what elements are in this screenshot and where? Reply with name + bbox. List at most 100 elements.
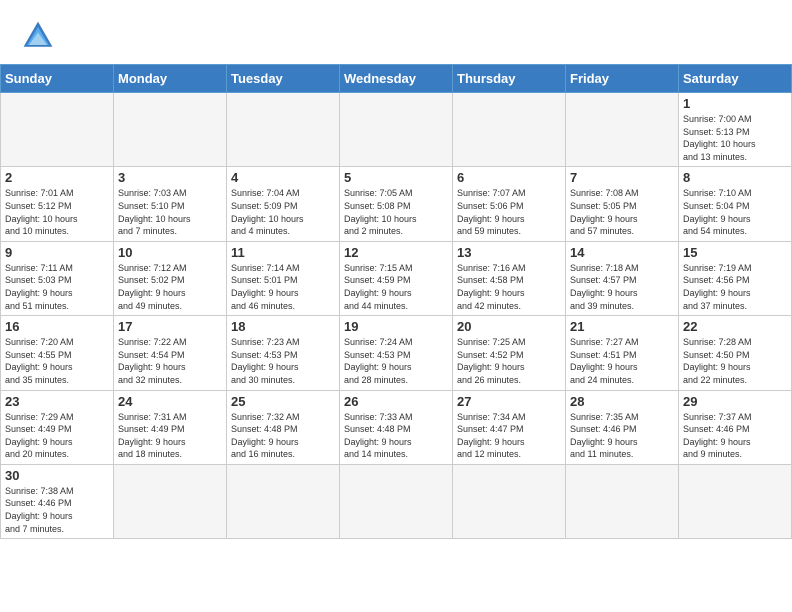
calendar-cell-w3-d6: 22 Sunrise: 7:28 AM Sunset: 4:50 PM Dayli…: [679, 316, 792, 390]
day-info: Sunrise: 7:04 AM Sunset: 5:09 PM Dayligh…: [231, 187, 335, 237]
day-number: 24: [118, 394, 222, 409]
day-info: Sunrise: 7:37 AM Sunset: 4:46 PM Dayligh…: [683, 411, 787, 461]
day-info: Sunrise: 7:03 AM Sunset: 5:10 PM Dayligh…: [118, 187, 222, 237]
day-info: Sunrise: 7:25 AM Sunset: 4:52 PM Dayligh…: [457, 336, 561, 386]
calendar-cell-w4-d6: 29 Sunrise: 7:37 AM Sunset: 4:46 PM Dayli…: [679, 390, 792, 464]
day-info: Sunrise: 7:12 AM Sunset: 5:02 PM Dayligh…: [118, 262, 222, 312]
day-info: Sunrise: 7:34 AM Sunset: 4:47 PM Dayligh…: [457, 411, 561, 461]
calendar-cell-w5-d5: [566, 464, 679, 538]
day-number: 2: [5, 170, 109, 185]
day-info: Sunrise: 7:20 AM Sunset: 4:55 PM Dayligh…: [5, 336, 109, 386]
day-header-monday: Monday: [114, 65, 227, 93]
calendar-cell-w4-d4: 27 Sunrise: 7:34 AM Sunset: 4:47 PM Dayli…: [453, 390, 566, 464]
calendar-cell-w2-d1: 10 Sunrise: 7:12 AM Sunset: 5:02 PM Dayli…: [114, 241, 227, 315]
calendar-cell-w4-d1: 24 Sunrise: 7:31 AM Sunset: 4:49 PM Dayli…: [114, 390, 227, 464]
day-number: 16: [5, 319, 109, 334]
day-header-tuesday: Tuesday: [227, 65, 340, 93]
calendar-cell-w1-d3: 5 Sunrise: 7:05 AM Sunset: 5:08 PM Daylig…: [340, 167, 453, 241]
day-info: Sunrise: 7:28 AM Sunset: 4:50 PM Dayligh…: [683, 336, 787, 386]
calendar-cell-w2-d6: 15 Sunrise: 7:19 AM Sunset: 4:56 PM Dayli…: [679, 241, 792, 315]
calendar-cell-w2-d0: 9 Sunrise: 7:11 AM Sunset: 5:03 PM Daylig…: [1, 241, 114, 315]
calendar-cell-w4-d5: 28Sunrise: 7:35 AM Sunset: 4:46 PM Dayli…: [566, 390, 679, 464]
day-header-friday: Friday: [566, 65, 679, 93]
day-number: 25: [231, 394, 335, 409]
day-number: 18: [231, 319, 335, 334]
calendar-cell-w4-d3: 26 Sunrise: 7:33 AM Sunset: 4:48 PM Dayli…: [340, 390, 453, 464]
calendar-cell-w0-d1: [114, 93, 227, 167]
day-number: 17: [118, 319, 222, 334]
calendar-cell-w4-d0: 23 Sunrise: 7:29 AM Sunset: 4:49 PM Dayli…: [1, 390, 114, 464]
day-info: Sunrise: 7:29 AM Sunset: 4:49 PM Dayligh…: [5, 411, 109, 461]
calendar-cell-w0-d5: [566, 93, 679, 167]
day-number: 20: [457, 319, 561, 334]
day-info: Sunrise: 7:01 AM Sunset: 5:12 PM Dayligh…: [5, 187, 109, 237]
day-number: 15: [683, 245, 787, 260]
day-info: Sunrise: 7:14 AM Sunset: 5:01 PM Dayligh…: [231, 262, 335, 312]
day-info: Sunrise: 7:00 AM Sunset: 5:13 PM Dayligh…: [683, 113, 787, 163]
day-number: 6: [457, 170, 561, 185]
logo-icon: [20, 18, 56, 54]
day-info: Sunrise: 7:16 AM Sunset: 4:58 PM Dayligh…: [457, 262, 561, 312]
day-number: 9: [5, 245, 109, 260]
day-number: 29: [683, 394, 787, 409]
day-number: 1: [683, 96, 787, 111]
calendar-cell-w5-d2: [227, 464, 340, 538]
day-info: Sunrise: 7:05 AM Sunset: 5:08 PM Dayligh…: [344, 187, 448, 237]
calendar-cell-w0-d6: 1 Sunrise: 7:00 AM Sunset: 5:13 PM Daylig…: [679, 93, 792, 167]
day-number: 14: [570, 245, 674, 260]
calendar-cell-w1-d6: 8 Sunrise: 7:10 AM Sunset: 5:04 PM Daylig…: [679, 167, 792, 241]
calendar-cell-w5-d6: [679, 464, 792, 538]
day-number: 7: [570, 170, 674, 185]
day-number: 22: [683, 319, 787, 334]
day-info: Sunrise: 7:23 AM Sunset: 4:53 PM Dayligh…: [231, 336, 335, 386]
day-info: Sunrise: 7:07 AM Sunset: 5:06 PM Dayligh…: [457, 187, 561, 237]
day-header-saturday: Saturday: [679, 65, 792, 93]
calendar-cell-w0-d4: [453, 93, 566, 167]
day-header-sunday: Sunday: [1, 65, 114, 93]
day-number: 28: [570, 394, 674, 409]
day-info: Sunrise: 7:27 AM Sunset: 4:51 PM Dayligh…: [570, 336, 674, 386]
day-info: Sunrise: 7:38 AM Sunset: 4:46 PM Dayligh…: [5, 485, 109, 535]
calendar-cell-w3-d1: 17Sunrise: 7:22 AM Sunset: 4:54 PM Dayli…: [114, 316, 227, 390]
day-info: Sunrise: 7:10 AM Sunset: 5:04 PM Dayligh…: [683, 187, 787, 237]
day-info: Sunrise: 7:24 AM Sunset: 4:53 PM Dayligh…: [344, 336, 448, 386]
day-info: Sunrise: 7:11 AM Sunset: 5:03 PM Dayligh…: [5, 262, 109, 312]
calendar-cell-w2-d4: 13Sunrise: 7:16 AM Sunset: 4:58 PM Dayli…: [453, 241, 566, 315]
calendar-cell-w3-d2: 18 Sunrise: 7:23 AM Sunset: 4:53 PM Dayli…: [227, 316, 340, 390]
day-number: 4: [231, 170, 335, 185]
calendar-cell-w5-d1: [114, 464, 227, 538]
day-number: 27: [457, 394, 561, 409]
day-number: 26: [344, 394, 448, 409]
day-info: Sunrise: 7:32 AM Sunset: 4:48 PM Dayligh…: [231, 411, 335, 461]
day-info: Sunrise: 7:33 AM Sunset: 4:48 PM Dayligh…: [344, 411, 448, 461]
day-number: 8: [683, 170, 787, 185]
calendar-cell-w4-d2: 25 Sunrise: 7:32 AM Sunset: 4:48 PM Dayli…: [227, 390, 340, 464]
week-row-0: 1 Sunrise: 7:00 AM Sunset: 5:13 PM Daylig…: [1, 93, 792, 167]
calendar-header-row: SundayMondayTuesdayWednesdayThursdayFrid…: [1, 65, 792, 93]
calendar-cell-w3-d0: 16 Sunrise: 7:20 AM Sunset: 4:55 PM Dayli…: [1, 316, 114, 390]
day-number: 21: [570, 319, 674, 334]
week-row-5: 30 Sunrise: 7:38 AM Sunset: 4:46 PM Dayli…: [1, 464, 792, 538]
calendar-cell-w1-d1: 3 Sunrise: 7:03 AM Sunset: 5:10 PM Daylig…: [114, 167, 227, 241]
calendar-cell-w1-d2: 4 Sunrise: 7:04 AM Sunset: 5:09 PM Daylig…: [227, 167, 340, 241]
day-number: 11: [231, 245, 335, 260]
day-number: 5: [344, 170, 448, 185]
day-number: 23: [5, 394, 109, 409]
day-info: Sunrise: 7:18 AM Sunset: 4:57 PM Dayligh…: [570, 262, 674, 312]
calendar-cell-w0-d3: [340, 93, 453, 167]
day-info: Sunrise: 7:31 AM Sunset: 4:49 PM Dayligh…: [118, 411, 222, 461]
calendar-cell-w2-d3: 12Sunrise: 7:15 AM Sunset: 4:59 PM Dayli…: [340, 241, 453, 315]
calendar-cell-w5-d4: [453, 464, 566, 538]
day-header-wednesday: Wednesday: [340, 65, 453, 93]
day-info: Sunrise: 7:19 AM Sunset: 4:56 PM Dayligh…: [683, 262, 787, 312]
day-header-thursday: Thursday: [453, 65, 566, 93]
calendar-cell-w1-d4: 6 Sunrise: 7:07 AM Sunset: 5:06 PM Daylig…: [453, 167, 566, 241]
day-number: 30: [5, 468, 109, 483]
day-number: 3: [118, 170, 222, 185]
day-number: 12: [344, 245, 448, 260]
week-row-4: 23 Sunrise: 7:29 AM Sunset: 4:49 PM Dayli…: [1, 390, 792, 464]
day-number: 10: [118, 245, 222, 260]
week-row-2: 9 Sunrise: 7:11 AM Sunset: 5:03 PM Daylig…: [1, 241, 792, 315]
calendar-cell-w3-d3: 19Sunrise: 7:24 AM Sunset: 4:53 PM Dayli…: [340, 316, 453, 390]
calendar-cell-w1-d5: 7Sunrise: 7:08 AM Sunset: 5:05 PM Daylig…: [566, 167, 679, 241]
